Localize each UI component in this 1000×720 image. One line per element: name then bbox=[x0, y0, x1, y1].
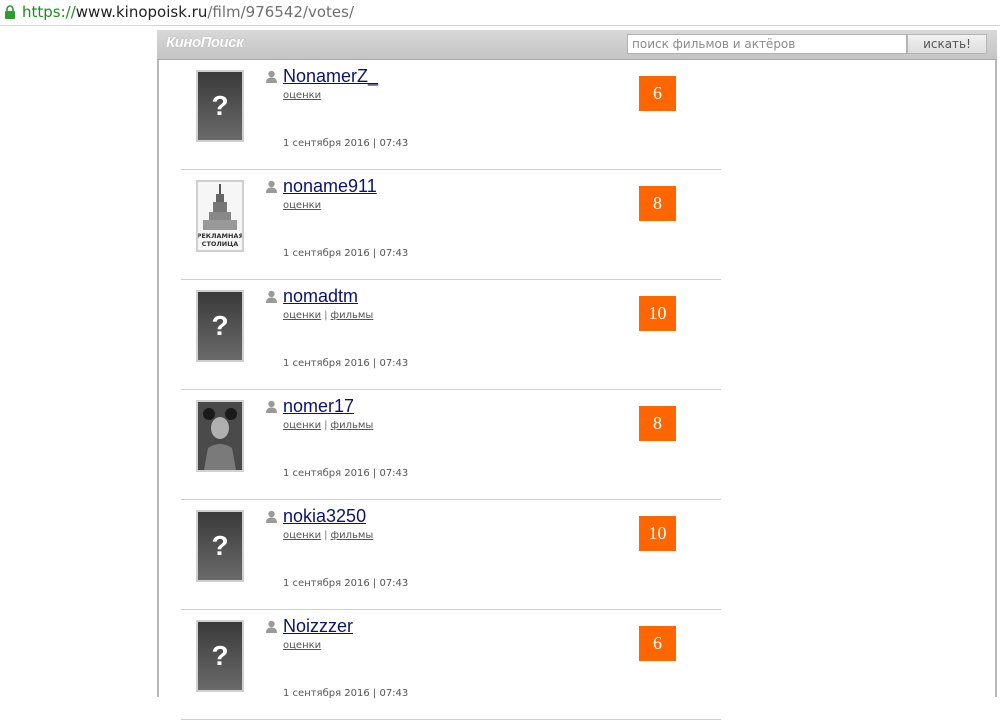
ratings-link[interactable]: оценки bbox=[283, 640, 321, 651]
user-links: оценки bbox=[283, 640, 321, 652]
vote-row: ? nomadtm оценки | фильмы 1 сентября 2016 | 0… bbox=[181, 280, 721, 390]
vote-list: ? NonamerZ_ оценки 1 сентября 2016 | 07:43 6… bbox=[181, 60, 721, 720]
url-scheme: https:// bbox=[22, 3, 76, 21]
vote-date: 1 сентября 2016 | 07:43 bbox=[283, 468, 409, 479]
user-links: оценки | фильмы bbox=[283, 530, 373, 542]
user-icon bbox=[266, 290, 277, 303]
username-link[interactable]: nomer17 bbox=[283, 396, 354, 416]
url-text[interactable]: https://www.kinopoisk.ru/film/976542/vot… bbox=[22, 2, 354, 22]
avatar-caption-1: РЕКЛАМНАЯ bbox=[198, 232, 242, 240]
ratings-link[interactable]: оценки bbox=[283, 200, 321, 211]
ratings-link[interactable]: оценки bbox=[283, 530, 321, 541]
username-link[interactable]: noname911 bbox=[283, 176, 377, 196]
question-mark-icon: ? bbox=[211, 310, 229, 341]
user-avatar[interactable] bbox=[196, 400, 244, 472]
user-links: оценки | фильмы bbox=[283, 310, 373, 322]
address-bar[interactable]: https://www.kinopoisk.ru/film/976542/vot… bbox=[0, 0, 1000, 26]
user-icon bbox=[266, 620, 277, 633]
ratings-link[interactable]: оценки bbox=[283, 90, 321, 101]
rating-badge: 6 bbox=[639, 76, 676, 111]
user-photo bbox=[198, 402, 242, 470]
vote-row: РЕКЛАМНАЯ СТОЛИЦА noname911 оценки 1 сентябр… bbox=[181, 170, 721, 280]
user-avatar[interactable]: ? bbox=[196, 290, 244, 362]
rating-badge: 6 bbox=[639, 626, 676, 661]
lock-icon bbox=[5, 5, 15, 19]
question-mark-icon: ? bbox=[211, 530, 229, 561]
url-host: www.kinopoisk.ru bbox=[75, 3, 208, 21]
search-input[interactable] bbox=[627, 34, 907, 54]
vote-date: 1 сентября 2016 | 07:43 bbox=[283, 578, 409, 589]
user-avatar[interactable]: РЕКЛАМНАЯ СТОЛИЦА bbox=[196, 180, 244, 252]
vote-row: nomer17 оценки | фильмы 1 сентября 2016 | 07… bbox=[181, 390, 721, 500]
username-link[interactable]: NonamerZ_ bbox=[283, 66, 378, 86]
vote-date: 1 сентября 2016 | 07:43 bbox=[283, 138, 409, 149]
link-separator: | bbox=[324, 420, 328, 431]
user-icon bbox=[266, 400, 277, 413]
search-button[interactable]: искать! bbox=[907, 34, 987, 54]
ratings-link[interactable]: оценки bbox=[283, 420, 321, 431]
site-header: КиноПоиск искать! bbox=[157, 30, 997, 60]
user-avatar[interactable]: ? bbox=[196, 70, 244, 142]
rating-badge: 10 bbox=[639, 296, 676, 331]
ratings-link[interactable]: оценки bbox=[283, 310, 321, 321]
avatar-caption-2: СТОЛИЦА bbox=[202, 240, 239, 248]
user-links: оценки | фильмы bbox=[283, 420, 373, 432]
username-link[interactable]: nomadtm bbox=[283, 286, 358, 306]
url-path: /film/976542/votes/ bbox=[207, 3, 355, 21]
vote-date: 1 сентября 2016 | 07:43 bbox=[283, 358, 409, 369]
user-icon bbox=[266, 70, 277, 83]
user-icon bbox=[266, 180, 277, 193]
link-separator: | bbox=[324, 530, 328, 541]
vote-row: ? Noizzzer оценки 1 сентября 2016 | 07:43 6 bbox=[181, 610, 721, 720]
username-link[interactable]: nokia3250 bbox=[283, 506, 366, 526]
vote-row: ? NonamerZ_ оценки 1 сентября 2016 | 07:43 6 bbox=[181, 60, 721, 170]
vote-date: 1 сентября 2016 | 07:43 bbox=[283, 248, 409, 259]
user-links: оценки bbox=[283, 90, 321, 102]
vote-row: ? nokia3250 оценки | фильмы 1 сентября 2016 |… bbox=[181, 500, 721, 610]
question-mark-icon: ? bbox=[211, 640, 229, 671]
films-link[interactable]: фильмы bbox=[331, 420, 374, 431]
username-link[interactable]: Noizzzer bbox=[283, 616, 353, 636]
site-logo[interactable]: КиноПоиск bbox=[166, 34, 244, 51]
user-avatar[interactable]: ? bbox=[196, 620, 244, 692]
rating-badge: 8 bbox=[639, 186, 676, 221]
user-icon bbox=[266, 510, 277, 523]
user-avatar[interactable]: ? bbox=[196, 510, 244, 582]
vote-date: 1 сентября 2016 | 07:43 bbox=[283, 688, 409, 699]
building-image: РЕКЛАМНАЯСТОЛИЦА bbox=[198, 182, 242, 250]
link-separator: | bbox=[324, 310, 328, 321]
user-links: оценки bbox=[283, 200, 321, 212]
films-link[interactable]: фильмы bbox=[331, 530, 374, 541]
rating-badge: 8 bbox=[639, 406, 676, 441]
films-link[interactable]: фильмы bbox=[331, 310, 374, 321]
question-mark-icon: ? bbox=[211, 90, 229, 121]
rating-badge: 10 bbox=[639, 516, 676, 551]
